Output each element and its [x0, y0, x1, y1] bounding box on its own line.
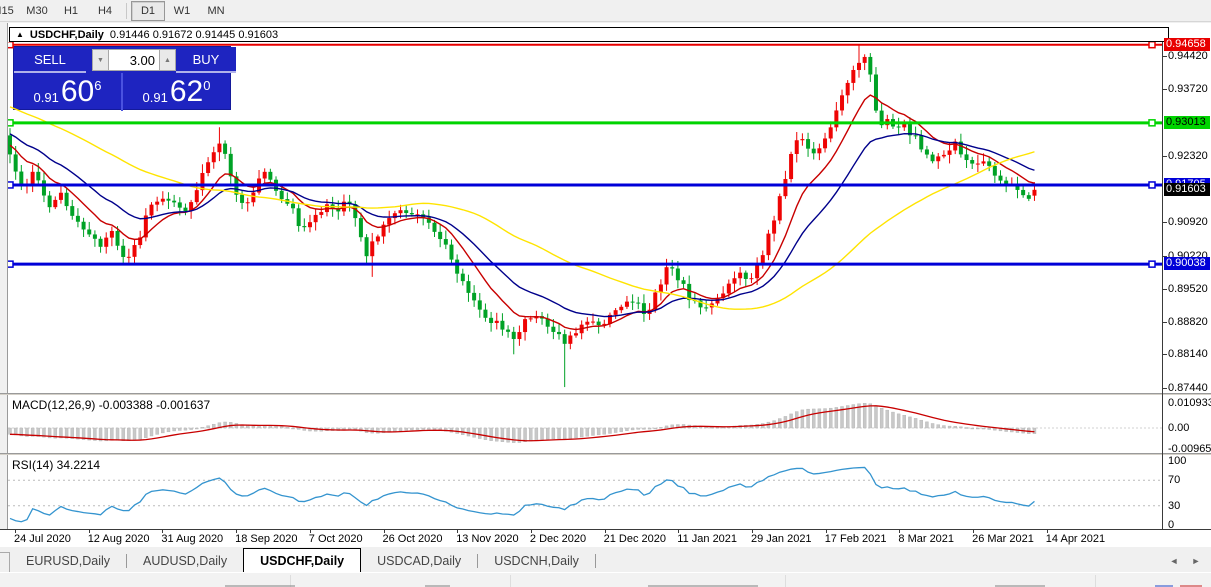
price-tick-label: 0.93720: [1168, 83, 1208, 95]
date-tick-label: 29 Jan 2021: [751, 533, 812, 545]
price-tick-mark: [1162, 89, 1167, 90]
date-tick-label: 26 Mar 2021: [972, 533, 1034, 545]
collapse-icon[interactable]: ▲: [16, 30, 24, 39]
rsi-pane[interactable]: [8, 456, 1162, 528]
tab-separator: [595, 554, 596, 568]
chart-tab-bar: EURUSD,DailyAUDUSD,DailyUSDCHF,DailyUSDC…: [0, 548, 1211, 572]
price-level-badge: 0.91603: [1164, 183, 1210, 196]
tab-scroll-buttons: ◄►: [1167, 554, 1203, 568]
level-handle: [8, 182, 13, 188]
timeframe-button-m30[interactable]: M30: [20, 1, 54, 21]
rsi-tick-label: 100: [1168, 455, 1186, 467]
date-tick-label: 7 Oct 2020: [309, 533, 363, 545]
timeframe-button-h1[interactable]: H1: [54, 1, 88, 21]
chart-tab-usdcnh[interactable]: USDCNH,Daily: [478, 550, 595, 572]
date-tick-label: 2 Dec 2020: [530, 533, 586, 545]
level-handle: [8, 120, 13, 126]
date-tick-label: 8 Mar 2021: [898, 533, 954, 545]
chart-tab-usdchf[interactable]: USDCHF,Daily: [243, 548, 361, 572]
macd-tick-label: 0.010933: [1168, 397, 1211, 409]
chart-tab-eurusd[interactable]: EURUSD,Daily: [10, 550, 126, 572]
date-tick-label: 21 Dec 2020: [604, 533, 666, 545]
horizontal-levels-group: [8, 42, 1162, 267]
price-tick-label: 0.88820: [1168, 316, 1208, 328]
pane-separator[interactable]: [0, 393, 1211, 395]
price-tick-mark: [1162, 289, 1167, 290]
tab-scroll-left-button[interactable]: ◄: [1167, 554, 1181, 568]
timeframe-button-h4[interactable]: H4: [88, 1, 122, 21]
price-level-badge: 0.90038: [1164, 257, 1210, 270]
price-tick-mark: [1162, 388, 1167, 389]
price-tick-label: 0.90920: [1168, 216, 1208, 228]
rsi-tick-label: 30: [1168, 500, 1180, 512]
tab-scroll-right-button[interactable]: ►: [1189, 554, 1203, 568]
date-tick-label: 18 Sep 2020: [235, 533, 297, 545]
timeframe-button-w1[interactable]: W1: [165, 1, 199, 21]
chart-title-bar[interactable]: ▲ USDCHF,Daily 0.91446 0.91672 0.91445 0…: [9, 27, 1169, 42]
timeframe-button-m15[interactable]: M15: [0, 1, 20, 21]
price-tick-label: 0.88140: [1168, 348, 1208, 360]
chart-symbol-title: USDCHF,Daily: [30, 29, 104, 41]
price-level-badge: 0.94658: [1164, 38, 1210, 51]
date-tick-label: 24 Jul 2020: [14, 533, 71, 545]
macd-tick-label: -0.009653: [1168, 443, 1211, 455]
level-handle: [1149, 182, 1155, 188]
rsi-line: [10, 467, 1034, 521]
price-tick-label: 0.87440: [1168, 382, 1208, 394]
price-tick-mark: [1162, 222, 1167, 223]
price-tick-mark: [1162, 322, 1167, 323]
tab-stub: [0, 552, 10, 572]
ma-line-fast: [10, 95, 1034, 329]
price-tick-label: 0.92320: [1168, 150, 1208, 162]
chart-tab-usdcad[interactable]: USDCAD,Daily: [361, 550, 477, 572]
timeframe-toolbar: M15M30H1H4 D1W1MN: [0, 0, 1211, 22]
price-tick-label: 0.89520: [1168, 283, 1208, 295]
ma-line-slow: [10, 107, 1034, 309]
level-handle: [1149, 261, 1155, 267]
macd-indicator-label: MACD(12,26,9) -0.003388 -0.001637: [12, 398, 210, 412]
level-handle: [8, 42, 13, 48]
chart-tab-audusd[interactable]: AUDUSD,Daily: [127, 550, 243, 572]
chart-ohlc-values: 0.91446 0.91672 0.91445 0.91603: [110, 29, 278, 41]
date-tick-label: 17 Feb 2021: [825, 533, 887, 545]
pane-separator[interactable]: [0, 453, 1211, 455]
level-handle: [1149, 42, 1155, 48]
price-tick-mark: [1162, 354, 1167, 355]
date-tick-label: 11 Jan 2021: [677, 533, 737, 545]
price-axis-border: [1162, 42, 1163, 529]
price-tick-mark: [1162, 156, 1167, 157]
level-handle: [1149, 120, 1155, 126]
price-level-badge: 0.93013: [1164, 116, 1210, 129]
mt4-terminal: M15M30H1H4 D1W1MN ▲ USDCHF,Daily 0.91446 …: [0, 0, 1211, 587]
date-tick-label: 12 Aug 2020: [88, 533, 150, 545]
moving-averages-group: [10, 95, 1034, 329]
date-tick-label: 14 Apr 2021: [1046, 533, 1105, 545]
price-chart-pane[interactable]: [8, 42, 1162, 392]
price-tick-label: 0.94420: [1168, 50, 1208, 62]
price-tick-mark: [1162, 56, 1167, 57]
status-bar: [0, 572, 1211, 587]
toolbar-separator: [126, 3, 127, 19]
timeframe-button-d1[interactable]: D1: [131, 1, 165, 21]
level-handle: [8, 261, 13, 267]
candles-group: [8, 45, 1036, 387]
rsi-tick-label: 70: [1168, 474, 1180, 486]
date-tick-label: 26 Oct 2020: [383, 533, 443, 545]
date-axis: 24 Jul 2020 12 Aug 2020 31 Aug 2020 18 Sep …: [0, 529, 1211, 547]
timeframe-button-mn[interactable]: MN: [199, 1, 233, 21]
date-tick-label: 13 Nov 2020: [456, 533, 518, 545]
date-tick-label: 31 Aug 2020: [161, 533, 223, 545]
rsi-indicator-label: RSI(14) 34.2214: [12, 458, 100, 472]
macd-tick-label: 0.00: [1168, 422, 1189, 434]
